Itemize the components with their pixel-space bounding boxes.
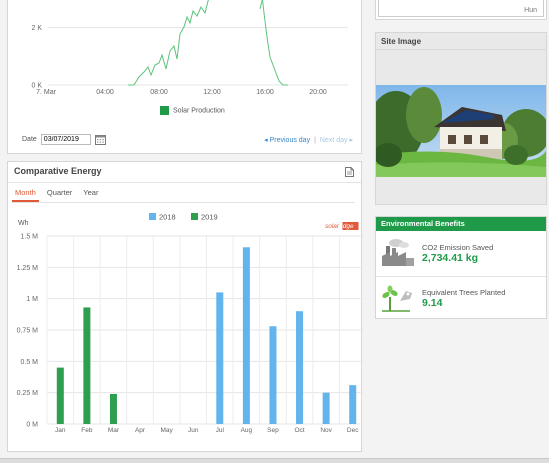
- x-tick-label: Apr: [135, 427, 146, 434]
- legend-swatch-2018: [149, 213, 156, 220]
- x-tick-label: Jul: [216, 427, 225, 434]
- co2-row: CO2 Emission Saved 2,734.41 kg: [376, 232, 546, 277]
- x-tick-label: Mar: [108, 427, 120, 434]
- bar-2018-Dec: [349, 385, 357, 424]
- x-tick-label: Aug: [241, 427, 253, 434]
- x-tick-label: Jun: [188, 427, 199, 434]
- legend-label: Solar Production: [173, 107, 225, 115]
- y-tick-label: 0.25 M: [17, 390, 39, 397]
- x-tick-label: 12:00: [203, 89, 221, 96]
- factory-icon: [382, 239, 414, 266]
- previous-day-link[interactable]: ◂ Previous day: [264, 137, 310, 144]
- production-chart: 2 K0 K7. Mar 04:00 08:00 12:00 16:00 20:00: [31, 0, 348, 96]
- site-image-title: Site Image: [381, 37, 422, 46]
- bar-2019-Feb: [83, 307, 91, 424]
- trees-label: Equivalent Trees Planted: [422, 288, 506, 297]
- bar-2019-Jan: [56, 367, 64, 424]
- x-tick-label: Dec: [347, 427, 359, 434]
- top-right-select[interactable]: Hun: [378, 0, 544, 17]
- x-tick-label: May: [160, 427, 173, 434]
- environmental-benefits-title: Environmental Benefits: [376, 217, 546, 231]
- top-right-panel: Hun: [375, 0, 547, 20]
- legend-label-2018: 2018: [159, 213, 176, 222]
- date-row: Date: [22, 134, 106, 145]
- tree-seedling-icon: [382, 285, 412, 312]
- y-axis-label: Wh: [18, 220, 29, 227]
- date-label: Date: [22, 136, 37, 143]
- solaredge-logo: solaredge: [325, 223, 354, 230]
- nav-separator: |: [314, 137, 316, 144]
- y-tick-label: 0.75 M: [17, 328, 39, 335]
- x-tick-label: 7. Mar: [36, 89, 57, 96]
- x-tick-label: Feb: [81, 427, 93, 434]
- trees-row: Equivalent Trees Planted 9.14: [376, 277, 546, 321]
- co2-label: CO2 Emission Saved: [422, 243, 494, 252]
- y-tick-label: 0 M: [26, 422, 38, 429]
- x-tick-label: 04:00: [96, 89, 114, 96]
- legend-swatch-2019: [191, 213, 198, 220]
- bar-2018-Jul: [216, 292, 224, 424]
- y-tick-label: 1 M: [26, 296, 38, 303]
- x-tick-label: 08:00: [150, 89, 168, 96]
- environmental-benefits-panel: Environmental Benefits CO2 Emission Save…: [375, 216, 547, 319]
- comparative-energy-panel: Comparative Energy Month Quarter Year 20…: [7, 161, 363, 452]
- date-input[interactable]: [40, 134, 91, 145]
- x-tick-label: 16:00: [256, 89, 274, 96]
- production-line-rising: [133, 0, 210, 86]
- site-image-panel: Site Image: [375, 32, 547, 205]
- x-tick-label: Nov: [320, 427, 332, 434]
- x-tick-label: Jan: [55, 427, 66, 434]
- y-tick-label: 0.5 M: [20, 359, 38, 366]
- y-tick-label: 2 K: [31, 25, 42, 32]
- legend-label-2019: 2019: [201, 213, 218, 222]
- comparative-energy-chart: 2018 2019 Wh solaredge 1.5 M 1.25 M 1 M 0.75 M 0…: [17, 213, 363, 434]
- x-tick-label: Sep: [267, 427, 279, 434]
- solar-production-panel: 2 K0 K 7. Mar 04:00 08:00 12:00 16:00 20:00 So…: [7, 0, 362, 154]
- bar-2018-Aug: [242, 247, 250, 424]
- production-legend[interactable]: Solar Production: [160, 106, 225, 115]
- y-tick-label: 1.25 M: [17, 265, 39, 272]
- site-photo[interactable]: [376, 85, 546, 177]
- next-day-link[interactable]: Next day ▸: [320, 137, 353, 144]
- horizontal-scrollbar[interactable]: [0, 458, 549, 463]
- co2-value: 2,734.41 kg: [422, 252, 479, 264]
- x-tick-label: 20:00: [309, 89, 327, 96]
- bar-2019-Mar: [109, 393, 117, 424]
- legend-swatch: [160, 106, 169, 115]
- production-line-falling: [262, 0, 288, 86]
- bar-2018-Sep: [269, 326, 277, 424]
- bar-2018-Oct: [296, 311, 304, 424]
- trees-value: 9.14: [422, 297, 443, 309]
- y-tick-label: 1.5 M: [20, 234, 38, 241]
- bar-2018-Nov: [322, 392, 330, 424]
- x-tick-label: Oct: [294, 427, 304, 434]
- day-navigation: ◂ Previous day | Next day ▸: [264, 136, 353, 144]
- site-title-divider: [376, 49, 546, 50]
- calendar-icon[interactable]: [94, 134, 106, 145]
